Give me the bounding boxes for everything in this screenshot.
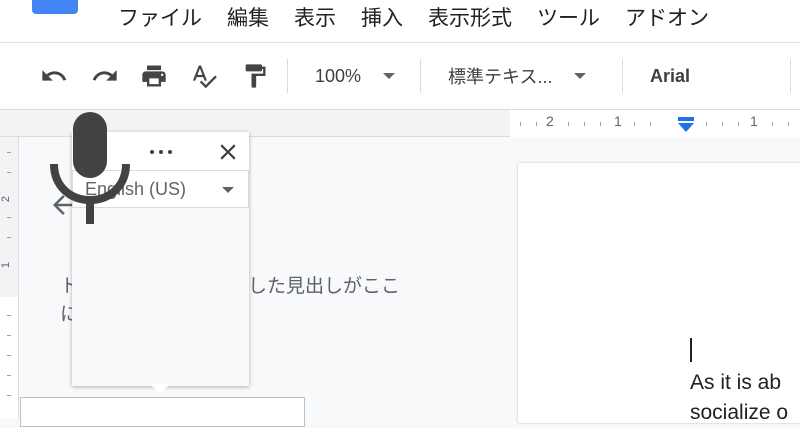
style-value: 標準テキス... — [448, 67, 553, 87]
vruler-label: 2 — [0, 195, 13, 203]
paint-format-icon[interactable] — [238, 59, 272, 93]
vruler-label: 1 — [0, 261, 13, 269]
close-icon[interactable] — [215, 139, 241, 165]
zoom-select[interactable]: 100% — [315, 59, 396, 93]
ruler-label: 1 — [614, 113, 622, 129]
document-line: socialize o — [690, 401, 789, 424]
outline-hint-line1-right: 加した見出しがここ — [229, 275, 401, 297]
vertical-ruler[interactable]: 2 1 — [0, 137, 19, 418]
redo-icon[interactable] — [88, 59, 122, 93]
font-select[interactable]: Arial — [650, 59, 690, 93]
font-value: Arial — [650, 65, 691, 86]
ruler-label: 2 — [546, 113, 554, 129]
docs-logo-icon[interactable] — [32, 0, 78, 14]
toolbar-separator — [420, 59, 421, 93]
chevron-down-icon — [222, 187, 234, 193]
zoom-value: 100% — [315, 65, 362, 86]
text-cursor — [690, 338, 692, 362]
spellcheck-icon[interactable] — [187, 59, 221, 93]
toolbar-separator — [622, 59, 623, 93]
menu-items: ファイル 編集 表示 挿入 表示形式 ツール アドオン — [118, 0, 734, 34]
widget-pointer — [150, 384, 170, 394]
microphone-area[interactable] — [72, 208, 249, 386]
menu-tools[interactable]: ツール — [537, 2, 600, 32]
menu-view[interactable]: 表示 — [294, 2, 336, 32]
menu-bar: ファイル 編集 表示 挿入 表示形式 ツール アドオン — [0, 0, 800, 42]
chevron-down-icon — [574, 73, 587, 79]
undo-icon[interactable] — [37, 59, 71, 93]
menu-file[interactable]: ファイル — [118, 2, 202, 32]
document-line: As it is ab — [690, 371, 782, 394]
microphone-capsule — [73, 112, 107, 178]
left-indent — [678, 123, 694, 132]
microphone-stem — [86, 198, 94, 224]
chevron-down-icon — [383, 73, 396, 79]
outline-lower-box — [20, 397, 305, 427]
toolbar: 100% 標準テキス... Arial — [0, 42, 800, 110]
document-body-text[interactable]: As it is ab socialize o — [690, 368, 788, 428]
microphone-icon[interactable] — [48, 112, 132, 224]
menu-insert[interactable]: 挿入 — [361, 2, 403, 32]
toolbar-separator — [287, 59, 288, 93]
menu-edit[interactable]: 編集 — [227, 2, 269, 32]
first-line-indent — [678, 117, 694, 121]
more-options-icon[interactable] — [146, 142, 176, 162]
toolbar-separator — [790, 59, 791, 93]
indent-marker-icon[interactable] — [677, 117, 695, 135]
print-icon[interactable] — [137, 59, 171, 93]
menu-format[interactable]: 表示形式 — [428, 2, 512, 32]
ruler-label: 1 — [750, 113, 758, 129]
ruler-scale: 2 1 1 — [510, 110, 800, 137]
style-select[interactable]: 標準テキス... — [448, 59, 587, 93]
menu-addons[interactable]: アドオン — [625, 2, 709, 32]
